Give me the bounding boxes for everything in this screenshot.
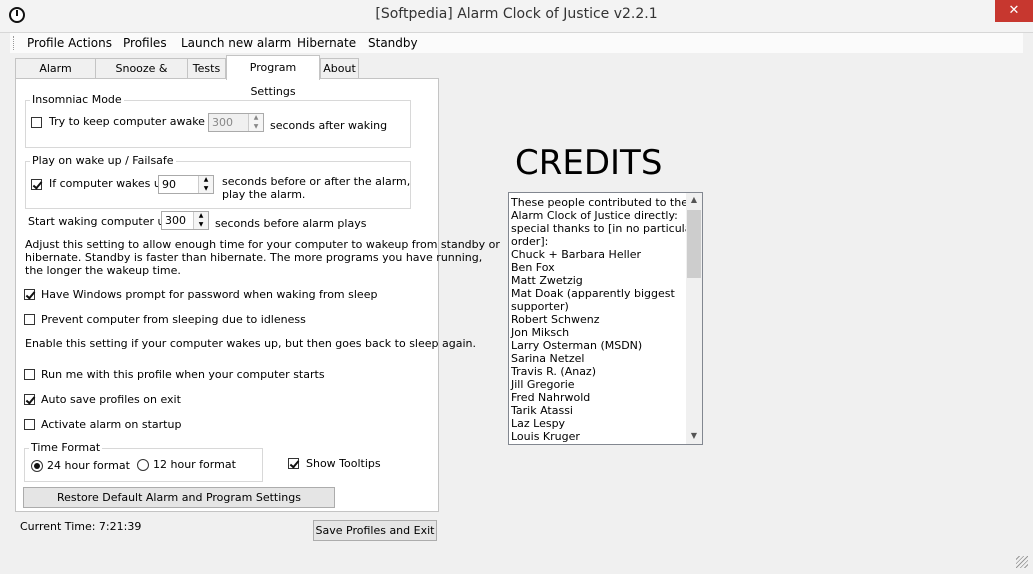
menu-profiles[interactable]: Profiles <box>123 36 167 50</box>
spin-up-icon[interactable]: ▲ <box>249 114 263 122</box>
tab-tests[interactable]: Tests <box>187 58 226 78</box>
menu-bar: Profile Actions Profiles Launch new alar… <box>10 33 1023 53</box>
credit-line: Travis R. (Anaz) <box>511 365 596 378</box>
credit-line: Robert Schwenz <box>511 313 600 326</box>
insomniac-seconds-spinner[interactable]: 300 ▲ ▼ <box>208 113 264 132</box>
playwake-seconds-value: 90 <box>162 178 176 191</box>
radio-24-hour-label: 24 hour format <box>47 459 130 472</box>
status-bar <box>0 552 1033 574</box>
title-bar: [Softpedia] Alarm Clock of Justice v2.2.… <box>0 0 1033 33</box>
scroll-up-icon[interactable]: ▲ <box>686 195 702 204</box>
auto-save-label: Auto save profiles on exit <box>41 393 181 406</box>
credit-line: Sarina Netzel <box>511 352 585 365</box>
insomniac-label: Try to keep computer awake for <box>49 115 224 128</box>
show-tooltips-label: Show Tooltips <box>306 457 381 470</box>
prevent-sleep-checkbox[interactable] <box>24 314 35 325</box>
scroll-thumb[interactable] <box>687 210 701 278</box>
credit-line: Ben Fox <box>511 261 555 274</box>
tab-snooze-timing[interactable]: Snooze & Timing <box>95 58 188 94</box>
adjust-text-line2: hibernate. Standby is faster than hibern… <box>25 251 483 264</box>
run-startup-label: Run me with this profile when your compu… <box>41 368 325 381</box>
startwaking-label: Start waking computer up <box>28 215 172 228</box>
startwaking-suffix: seconds before alarm plays <box>215 217 367 230</box>
credit-line: Alarm Clock of Justice directly: <box>511 209 678 222</box>
menu-profile-actions[interactable]: Profile Actions <box>27 36 112 50</box>
playwake-group-label: Play on wake up / Failsafe <box>30 154 176 167</box>
spinner-buttons: ▲ ▼ <box>198 176 213 193</box>
adjust-text-line1: Adjust this setting to allow enough time… <box>25 238 500 251</box>
auto-save-checkbox[interactable] <box>24 394 35 405</box>
password-prompt-label: Have Windows prompt for password when wa… <box>41 288 378 301</box>
insomniac-group-label: Insomniac Mode <box>30 93 124 106</box>
program-settings-panel: Insomniac Mode Try to keep computer awak… <box>15 78 500 512</box>
playwake-suffix-line2: play the alarm. <box>222 188 306 201</box>
time-format-label: Time Format <box>29 441 103 454</box>
activate-startup-checkbox[interactable] <box>24 419 35 430</box>
activate-startup-label: Activate alarm on startup <box>41 418 182 431</box>
spin-down-icon[interactable]: ▼ <box>249 123 263 131</box>
run-startup-checkbox[interactable] <box>24 369 35 380</box>
spinner-buttons: ▲ ▼ <box>248 114 263 131</box>
credit-line: Jill Gregorie <box>511 378 575 391</box>
tab-alarm-settings[interactable]: Alarm Settings <box>15 58 96 94</box>
show-tooltips-checkbox[interactable] <box>288 458 299 469</box>
resize-grip-icon[interactable] <box>1016 556 1028 568</box>
window-title: [Softpedia] Alarm Clock of Justice v2.2.… <box>375 6 658 22</box>
radio-12-hour[interactable] <box>137 459 149 471</box>
credits-title: CREDITS <box>515 143 663 183</box>
menu-launch-new-alarm[interactable]: Launch new alarm <box>181 36 291 50</box>
prevent-sleep-label: Prevent computer from sleeping due to id… <box>41 313 306 326</box>
credit-line: special thanks to [in no particular <box>511 222 696 235</box>
tab-about[interactable]: About <box>320 58 359 78</box>
credit-line: Mat Doak (apparently biggest <box>511 287 675 300</box>
credit-line: Matt Zwetzig <box>511 274 583 287</box>
spin-up-icon[interactable]: ▲ <box>199 176 213 184</box>
credit-line: Louis Kruger <box>511 430 580 443</box>
spin-up-icon[interactable]: ▲ <box>194 212 208 220</box>
credits-scrollbar[interactable]: ▲ ▼ <box>686 193 702 444</box>
radio-24-hour[interactable] <box>31 460 43 472</box>
credit-line: order]: <box>511 235 549 248</box>
playwake-seconds-spinner[interactable]: 90 ▲ ▼ <box>158 175 214 194</box>
playwake-checkbox[interactable] <box>31 179 42 190</box>
startwaking-seconds-value: 300 <box>165 214 186 227</box>
credit-line: Tarik Atassi <box>511 404 573 417</box>
menu-standby[interactable]: Standby <box>368 36 418 50</box>
credit-line: Jon Miksch <box>511 326 570 339</box>
spinner-buttons: ▲ ▼ <box>193 212 208 229</box>
playwake-label: If computer wakes up <box>49 177 168 190</box>
scroll-down-icon[interactable]: ▼ <box>686 431 702 440</box>
password-prompt-checkbox[interactable] <box>24 289 35 300</box>
credit-line: supporter) <box>511 300 569 313</box>
adjust-text-line3: the longer the wakeup time. <box>25 264 181 277</box>
tab-program-settings[interactable]: Program Settings <box>226 55 320 98</box>
credit-line: These people contributed to the <box>511 196 688 209</box>
close-button[interactable]: ✕ <box>995 0 1033 22</box>
save-profiles-exit-button[interactable]: Save Profiles and Exit <box>313 520 437 541</box>
spin-down-icon[interactable]: ▼ <box>194 221 208 229</box>
menu-grip-icon <box>13 36 16 50</box>
credit-line: Larry Osterman (MSDN) <box>511 339 643 352</box>
playwake-suffix-line1: seconds before or after the alarm, <box>222 175 411 188</box>
menu-hibernate[interactable]: Hibernate <box>297 36 356 50</box>
credit-line: Fred Nahrwold <box>511 391 591 404</box>
credit-line: Chuck + Barbara Heller <box>511 248 641 261</box>
startwaking-seconds-spinner[interactable]: 300 ▲ ▼ <box>161 211 209 230</box>
insomniac-seconds-value: 300 <box>212 116 233 129</box>
credits-list[interactable]: These people contributed to the Alarm Clo… <box>508 192 703 445</box>
restore-defaults-button[interactable]: Restore Default Alarm and Program Settin… <box>23 487 335 508</box>
spin-down-icon[interactable]: ▼ <box>199 185 213 193</box>
credit-line: Laz Lespy <box>511 417 566 430</box>
insomniac-suffix: seconds after waking <box>270 119 388 132</box>
insomniac-checkbox[interactable] <box>31 117 42 128</box>
current-time-label: Current Time: 7:21:39 <box>20 520 142 533</box>
radio-12-hour-label: 12 hour format <box>153 458 236 471</box>
enable-text: Enable this setting if your computer wak… <box>25 337 476 350</box>
